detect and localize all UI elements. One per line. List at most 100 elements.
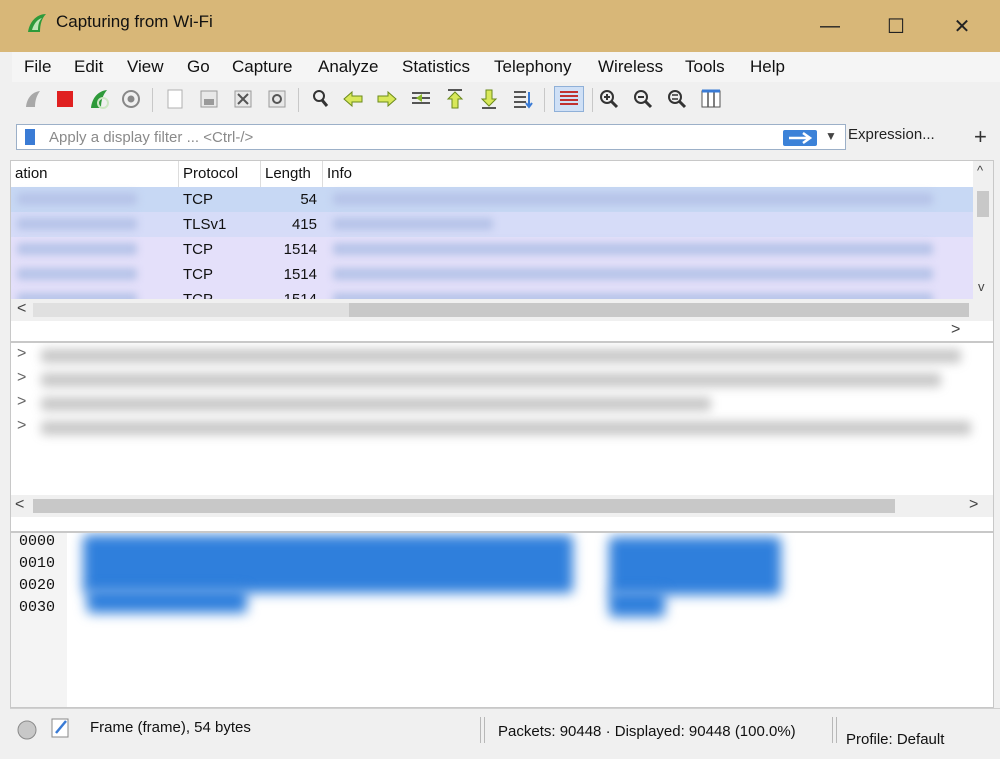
apply-filter-icon[interactable] bbox=[783, 130, 817, 146]
resize-columns-icon[interactable] bbox=[700, 88, 722, 110]
redacted-info bbox=[333, 243, 933, 255]
capture-comment-icon[interactable] bbox=[50, 717, 72, 739]
details-horizontal-scrollbar[interactable]: < > bbox=[11, 495, 993, 517]
column-header-destination[interactable]: ation bbox=[11, 161, 179, 187]
details-hscroll-thumb[interactable] bbox=[33, 499, 895, 513]
detail-line-frame bbox=[41, 349, 961, 363]
packet-row[interactable]: TCP1514 bbox=[11, 262, 973, 287]
offset-0010: 0010 bbox=[19, 555, 56, 572]
zoom-in-icon[interactable] bbox=[598, 88, 620, 110]
ascii-dump-highlight-tail bbox=[609, 591, 665, 617]
offset-0030: 0030 bbox=[19, 599, 56, 616]
open-file-icon[interactable] bbox=[164, 88, 186, 110]
profile-status[interactable]: Profile: Default bbox=[846, 731, 944, 748]
close-file-icon[interactable] bbox=[232, 88, 254, 110]
stop-capture-icon[interactable] bbox=[54, 88, 76, 110]
close-button[interactable]: ✕ bbox=[932, 8, 992, 44]
scroll-down-icon[interactable]: v bbox=[978, 279, 985, 294]
expand-ip-icon[interactable]: > bbox=[17, 393, 26, 411]
packet-list-scroll-thumb[interactable] bbox=[977, 191, 989, 217]
cell-destination bbox=[11, 212, 179, 237]
cell-length: 415 bbox=[261, 212, 323, 237]
cell-destination bbox=[11, 237, 179, 262]
cell-destination bbox=[11, 262, 179, 287]
details-scroll-left-icon[interactable]: < bbox=[15, 496, 24, 514]
maximize-button[interactable]: ☐ bbox=[866, 8, 926, 44]
menu-file[interactable]: File bbox=[24, 57, 51, 77]
add-filter-button[interactable]: + bbox=[974, 124, 987, 150]
start-capture-icon[interactable] bbox=[22, 88, 44, 110]
restart-capture-icon[interactable] bbox=[88, 88, 110, 110]
packet-list-vertical-scrollbar[interactable]: ^ v bbox=[973, 161, 993, 299]
cell-protocol: TLSv1 bbox=[179, 212, 261, 237]
detail-line-ip bbox=[41, 397, 711, 411]
column-header-protocol[interactable]: Protocol bbox=[179, 161, 261, 187]
menu-statistics[interactable]: Statistics bbox=[402, 57, 470, 77]
cell-protocol: TCP bbox=[179, 237, 261, 262]
reload-file-icon[interactable] bbox=[266, 88, 288, 110]
menu-tools[interactable]: Tools bbox=[685, 57, 725, 77]
display-filter-box: ▼ bbox=[16, 124, 846, 150]
menu-edit[interactable]: Edit bbox=[74, 57, 103, 77]
expand-tcp-icon[interactable]: > bbox=[17, 417, 26, 435]
menu-go[interactable]: Go bbox=[187, 57, 210, 77]
expand-frame-icon[interactable]: > bbox=[17, 345, 26, 363]
packet-row[interactable]: TCP1514 bbox=[11, 237, 973, 262]
column-header-info[interactable]: Info bbox=[323, 161, 973, 187]
menu-help[interactable]: Help bbox=[750, 57, 785, 77]
first-packet-icon[interactable] bbox=[444, 88, 466, 110]
cell-length: 1514 bbox=[261, 237, 323, 262]
cell-protocol: TCP bbox=[179, 262, 261, 287]
minimize-button[interactable]: — bbox=[800, 8, 860, 44]
go-forward-icon[interactable] bbox=[376, 88, 398, 110]
cell-info bbox=[323, 187, 973, 212]
scroll-left-icon[interactable]: < bbox=[17, 300, 26, 318]
scroll-up-icon[interactable]: ^ bbox=[977, 163, 983, 178]
menu-capture[interactable]: Capture bbox=[232, 57, 292, 77]
packet-list-hscroll-track bbox=[33, 303, 349, 317]
wireshark-fin-icon bbox=[28, 14, 46, 32]
save-file-icon[interactable] bbox=[198, 88, 220, 110]
cell-length: 54 bbox=[261, 187, 323, 212]
main-toolbar bbox=[12, 82, 1000, 120]
hex-dump-highlight-tail bbox=[87, 589, 247, 613]
packet-list-pane: ation Protocol Length Info TCP 54 TLSv1 415… bbox=[10, 160, 994, 342]
packet-row[interactable]: TLSv1 415 bbox=[11, 212, 973, 237]
menu-bar: File Edit View Go Capture Analyze Statis… bbox=[12, 52, 1000, 82]
expand-ethernet-icon[interactable]: > bbox=[17, 369, 26, 387]
menu-analyze[interactable]: Analyze bbox=[318, 57, 378, 77]
detail-line-tcp bbox=[41, 421, 971, 435]
menu-telephony[interactable]: Telephony bbox=[494, 57, 572, 77]
scroll-right-icon[interactable]: > bbox=[951, 321, 960, 339]
column-header-length[interactable]: Length bbox=[261, 161, 323, 187]
packet-list-hscroll-thumb[interactable] bbox=[349, 303, 969, 317]
auto-scroll-icon[interactable] bbox=[512, 88, 534, 110]
offset-column: 0000 0010 0020 0030 bbox=[11, 533, 67, 707]
cell-destination bbox=[11, 187, 179, 212]
expert-info-icon[interactable] bbox=[16, 719, 38, 741]
normal-size-icon[interactable] bbox=[666, 88, 688, 110]
window-title: Capturing from Wi-Fi bbox=[56, 12, 213, 31]
cell-info bbox=[323, 237, 973, 262]
packet-row[interactable]: TCP 54 bbox=[11, 187, 973, 212]
details-scroll-right-icon[interactable]: > bbox=[969, 496, 978, 514]
redacted-destination bbox=[17, 193, 137, 205]
menu-view[interactable]: View bbox=[127, 57, 164, 77]
expression-button[interactable]: Expression... bbox=[848, 126, 935, 143]
capture-options-icon[interactable] bbox=[120, 88, 142, 110]
zoom-out-icon[interactable] bbox=[632, 88, 654, 110]
go-to-packet-icon[interactable] bbox=[410, 88, 432, 110]
hex-dump-highlight bbox=[83, 535, 573, 593]
colorize-icon[interactable] bbox=[554, 86, 584, 112]
go-back-icon[interactable] bbox=[342, 88, 364, 110]
status-bar: Frame (frame), 54 bytes Packets: 90448 ·… bbox=[10, 708, 1000, 759]
menu-wireless[interactable]: Wireless bbox=[598, 57, 663, 77]
find-packet-icon[interactable] bbox=[310, 88, 332, 110]
offset-0020: 0020 bbox=[19, 577, 56, 594]
filter-history-dropdown-icon[interactable]: ▼ bbox=[825, 129, 837, 143]
redacted-destination bbox=[17, 243, 137, 255]
packet-list-horizontal-scrollbar[interactable]: < bbox=[11, 299, 993, 321]
filter-bookmark-icon[interactable] bbox=[25, 129, 35, 145]
last-packet-icon[interactable] bbox=[478, 88, 500, 110]
display-filter-input[interactable] bbox=[47, 128, 791, 147]
